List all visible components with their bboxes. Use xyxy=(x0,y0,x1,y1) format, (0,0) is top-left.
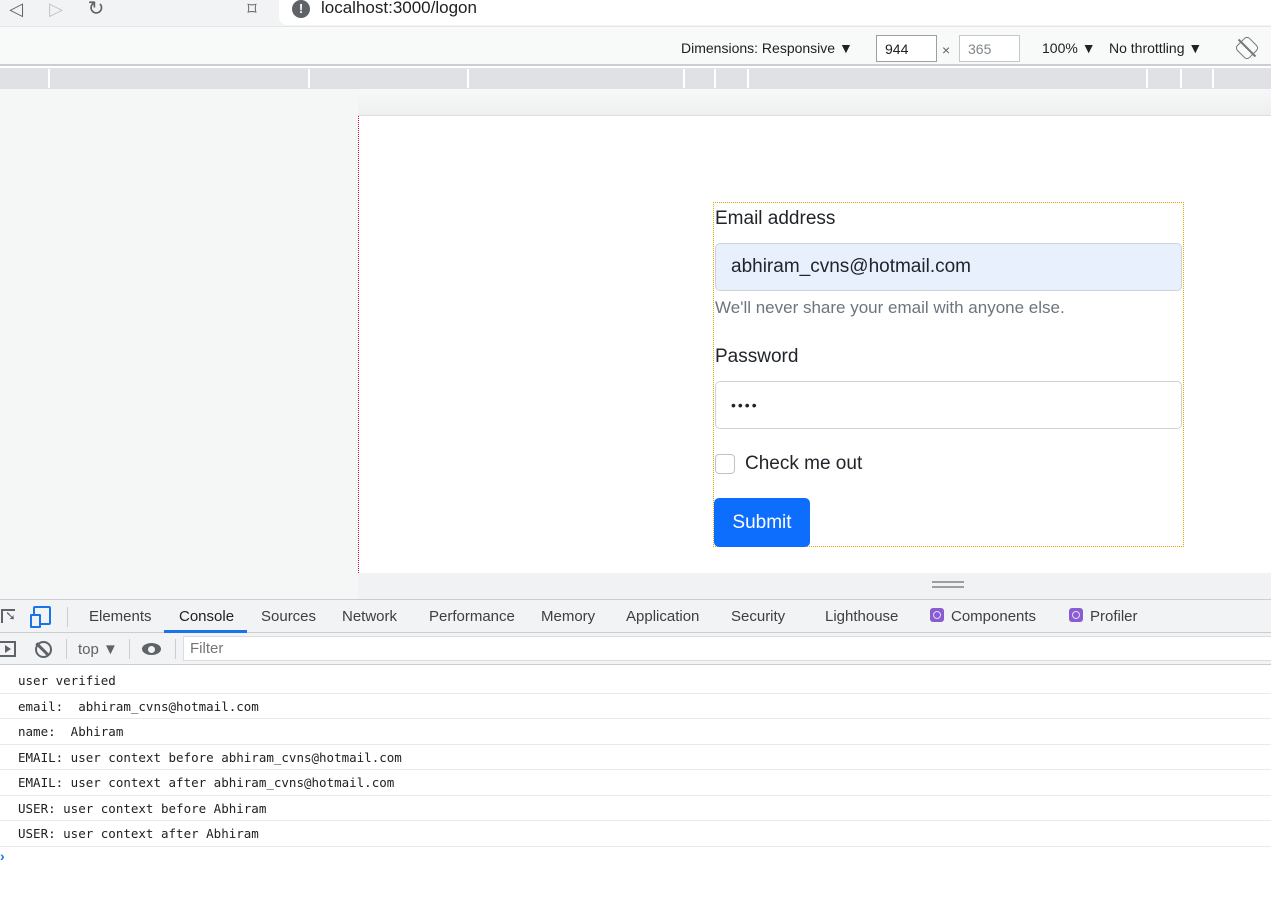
forward-arrow-icon[interactable]: ▷ xyxy=(46,0,66,20)
tab-lighthouse[interactable]: Lighthouse xyxy=(825,608,898,625)
clear-console-icon[interactable] xyxy=(35,641,52,658)
bookmark-icon[interactable]: ⌑ xyxy=(242,0,262,20)
context-selector[interactable]: top ▼ xyxy=(78,641,118,658)
console-sidebar-icon[interactable] xyxy=(0,641,16,657)
check-me-out-label[interactable]: Check me out xyxy=(745,453,862,475)
media-query-divider xyxy=(308,69,310,88)
devtools-resize-strip xyxy=(0,573,1271,599)
height-input[interactable] xyxy=(959,35,1020,62)
zoom-dropdown[interactable]: 100% ▼ xyxy=(1042,40,1096,56)
live-expression-eye-icon[interactable] xyxy=(142,643,161,655)
rotate-icon[interactable] xyxy=(1234,35,1260,61)
devtools-tab-bar: Elements Console Sources Network Perform… xyxy=(0,599,1271,633)
media-query-divider xyxy=(1180,69,1182,88)
tab-console[interactable]: Console xyxy=(179,608,234,625)
email-label: Email address xyxy=(715,208,836,229)
tab-profiler-label: Profiler xyxy=(1090,608,1138,625)
console-message: USER: user context before Abhiram xyxy=(0,796,1271,821)
url-text[interactable]: localhost:3000/logon xyxy=(321,0,477,18)
react-icon xyxy=(930,608,944,622)
address-bar[interactable]: ! localhost:3000/logon xyxy=(279,0,1271,25)
tab-components-label: Components xyxy=(951,608,1037,625)
tab-memory[interactable]: Memory xyxy=(541,608,595,625)
inspect-element-icon[interactable] xyxy=(1,608,16,624)
throttling-dropdown[interactable]: No throttling ▼ xyxy=(1109,40,1202,56)
dimensions-dropdown[interactable]: Dimensions: Responsive ▼ xyxy=(681,40,853,56)
media-query-divider xyxy=(1146,69,1148,88)
tab-security[interactable]: Security xyxy=(731,608,785,625)
console-message: user verified xyxy=(0,668,1271,694)
console-message: EMAIL: user context before abhiram_cvns@… xyxy=(0,745,1271,770)
media-query-divider xyxy=(714,69,716,88)
media-query-divider xyxy=(683,69,685,88)
tab-profiler[interactable]: Profiler xyxy=(1069,608,1138,625)
divider xyxy=(67,607,68,627)
device-toggle-icon[interactable] xyxy=(30,606,51,628)
back-arrow-icon[interactable]: ◁ xyxy=(6,0,26,20)
email-input[interactable]: abhiram_cvns@hotmail.com xyxy=(715,243,1182,291)
console-message: EMAIL: user context after abhiram_cvns@h… xyxy=(0,770,1271,796)
tab-elements[interactable]: Elements xyxy=(89,608,152,625)
reload-icon[interactable]: ↻ xyxy=(86,0,106,20)
password-label: Password xyxy=(715,346,799,367)
media-query-divider xyxy=(747,69,749,88)
media-query-divider xyxy=(48,69,50,88)
console-log: user verified email: abhiram_cvns@hotmai… xyxy=(0,668,1271,847)
width-input[interactable] xyxy=(876,35,937,62)
console-prompt-icon[interactable]: › xyxy=(0,848,5,864)
media-query-divider xyxy=(1212,69,1214,88)
tab-application[interactable]: Application xyxy=(626,608,699,625)
divider xyxy=(129,639,130,659)
browser-toolbar: ◁ ▷ ↻ ⌑ ! localhost:3000/logon xyxy=(0,0,1271,26)
password-input[interactable]: •••• xyxy=(715,381,1182,429)
divider xyxy=(66,639,67,659)
console-message: USER: user context after Abhiram xyxy=(0,821,1271,847)
login-form: Email address abhiram_cvns@hotmail.com W… xyxy=(713,202,1184,547)
react-icon xyxy=(1069,608,1083,622)
email-value: abhiram_cvns@hotmail.com xyxy=(731,256,971,277)
tab-components[interactable]: Components xyxy=(930,608,1036,625)
console-message: name: Abhiram xyxy=(0,719,1271,745)
console-toolbar: top ▼ xyxy=(0,633,1271,665)
resize-grip-icon[interactable] xyxy=(932,581,964,588)
email-help-text: We'll never share your email with anyone… xyxy=(715,298,1065,317)
password-value: •••• xyxy=(731,397,759,413)
check-me-out-checkbox[interactable] xyxy=(715,454,735,474)
device-toolbar: Dimensions: Responsive ▼ × 100% ▼ No thr… xyxy=(0,26,1271,66)
media-query-divider xyxy=(467,69,469,88)
info-icon[interactable]: ! xyxy=(292,0,310,18)
divider xyxy=(175,639,176,659)
console-filter-input[interactable] xyxy=(183,636,1271,661)
media-query-bar[interactable] xyxy=(0,68,1271,89)
tab-network[interactable]: Network xyxy=(342,608,397,625)
tab-performance[interactable]: Performance xyxy=(429,608,515,625)
console-message: email: abhiram_cvns@hotmail.com xyxy=(0,694,1271,719)
times-label: × xyxy=(942,42,951,58)
submit-button[interactable]: Submit xyxy=(714,498,810,547)
tab-sources[interactable]: Sources xyxy=(261,608,316,625)
